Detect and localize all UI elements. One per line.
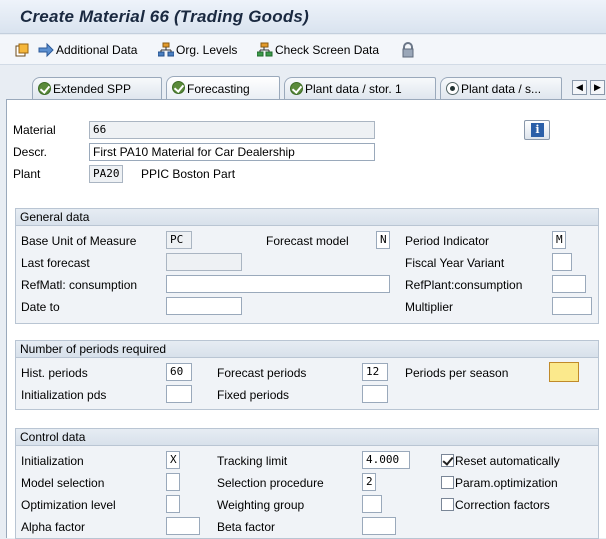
fixed-periods-field[interactable] (362, 385, 388, 403)
title-bar: Create Material 66 (Trading Goods) (0, 0, 606, 34)
weighting-group-label: Weighting group (217, 498, 305, 512)
param-optimization-label: Param.optimization (455, 476, 558, 490)
forecast-periods-label: Forecast periods (217, 366, 307, 380)
general-data-title: General data (16, 209, 598, 226)
correction-factors-checkbox[interactable] (441, 498, 454, 511)
tab-scroll-left-button[interactable]: ◀ (572, 80, 587, 95)
refplant-consumption-label: RefPlant:consumption (405, 278, 523, 292)
model-selection-field[interactable] (166, 473, 180, 491)
optimization-level-label: Optimization level (21, 498, 116, 512)
hist-periods-label: Hist. periods (21, 366, 88, 380)
selection-procedure-field[interactable]: 2 (362, 473, 376, 491)
multiplier-field[interactable] (552, 297, 592, 315)
description-field[interactable]: First PA10 Material for Car Dealership (89, 143, 375, 161)
org-levels-label: Org. Levels (176, 43, 238, 57)
tracking-limit-label: Tracking limit (217, 454, 288, 468)
date-to-field[interactable] (166, 297, 242, 315)
fixed-periods-label: Fixed periods (217, 388, 290, 402)
org-levels-button[interactable]: Org. Levels (157, 42, 238, 58)
check-icon (172, 81, 185, 94)
tab-label: Plant data / stor. 1 (305, 81, 402, 96)
tab-forecasting[interactable]: Forecasting (166, 76, 280, 100)
plant-name: PPIC Boston Part (141, 167, 236, 181)
general-data-group: General data (15, 208, 599, 324)
window-title: Create Material 66 (Trading Goods) (20, 7, 309, 26)
param-optimization-checkbox[interactable] (441, 476, 454, 489)
base-uom-field[interactable]: PC (166, 231, 192, 249)
refmatl-consumption-label: RefMatl: consumption (21, 278, 138, 292)
select-views-icon (14, 42, 30, 58)
fiscal-year-variant-label: Fiscal Year Variant (405, 256, 505, 270)
select-views-button[interactable] (14, 42, 32, 58)
tab-label: Plant data / s... (461, 81, 542, 96)
check-icon (290, 82, 303, 95)
periods-title: Number of periods required (16, 341, 598, 358)
alpha-factor-label: Alpha factor (21, 520, 86, 534)
hist-periods-field[interactable]: 60 (166, 363, 192, 381)
alpha-factor-field[interactable] (166, 517, 200, 535)
tab-label: Forecasting (187, 81, 250, 96)
reset-automatically-checkbox[interactable] (441, 454, 454, 467)
check-screen-data-label: Check Screen Data (275, 43, 380, 57)
reset-automatically-label: Reset automatically (455, 454, 560, 468)
last-forecast-label: Last forecast (21, 256, 90, 270)
material-label: Material (13, 123, 56, 137)
application-toolbar: Additional Data Org. Levels Check Screen… (0, 35, 606, 65)
initialization-pds-field[interactable] (166, 385, 192, 403)
period-indicator-field[interactable]: M (552, 231, 566, 249)
check-tree-icon (256, 42, 273, 58)
triangle-left-icon: ◀ (576, 82, 583, 92)
lock-icon (400, 42, 416, 58)
descr-label: Descr. (13, 145, 48, 159)
beta-factor-field[interactable] (362, 517, 396, 535)
initialization-label: Initialization (21, 454, 84, 468)
last-forecast-field[interactable] (166, 253, 242, 271)
tab-scroll-right-button[interactable]: ▶ (590, 80, 605, 95)
radio-icon (446, 82, 459, 95)
tab-label: Extended SPP (53, 81, 132, 96)
beta-factor-label: Beta factor (217, 520, 276, 534)
selection-procedure-label: Selection procedure (217, 476, 324, 490)
control-data-title: Control data (16, 429, 598, 446)
tab-plant-data-stor-1[interactable]: Plant data / stor. 1 (284, 77, 436, 99)
additional-data-button[interactable]: Additional Data (38, 42, 137, 58)
check-screen-data-button[interactable]: Check Screen Data (256, 42, 380, 58)
periods-per-season-label: Periods per season (405, 366, 509, 380)
model-selection-label: Model selection (21, 476, 105, 490)
forecast-model-label: Forecast model (266, 234, 349, 248)
plant-label: Plant (13, 167, 41, 181)
periods-per-season-field[interactable] (549, 362, 579, 382)
info-icon: i (531, 123, 544, 137)
tab-strip: Extended SPP Forecasting Plant data / st… (0, 72, 606, 100)
refmatl-consumption-field[interactable] (166, 275, 390, 293)
org-hierarchy-icon (157, 42, 175, 58)
period-indicator-label: Period Indicator (405, 234, 490, 248)
initialization-field[interactable]: X (166, 451, 180, 469)
check-icon (38, 82, 51, 95)
weighting-group-field[interactable] (362, 495, 382, 513)
fiscal-year-variant-field[interactable] (552, 253, 572, 271)
tracking-limit-field[interactable]: 4.000 (362, 451, 410, 469)
forecast-model-field[interactable]: N (376, 231, 390, 249)
plant-field[interactable]: PA20 (89, 165, 123, 183)
additional-data-label: Additional Data (56, 43, 138, 57)
triangle-right-icon: ▶ (594, 82, 601, 92)
tab-content-forecasting: Material 66 Descr. First PA10 Material f… (6, 99, 606, 539)
base-uom-label: Base Unit of Measure (21, 234, 137, 248)
date-to-label: Date to (21, 300, 60, 314)
material-field[interactable]: 66 (89, 121, 375, 139)
tab-extended-spp[interactable]: Extended SPP (32, 77, 162, 99)
arrow-right-icon (38, 42, 54, 58)
initialization-pds-label: Initialization pds (21, 388, 107, 402)
refplant-consumption-field[interactable] (552, 275, 586, 293)
lock-button[interactable] (400, 42, 418, 58)
correction-factors-label: Correction factors (455, 498, 550, 512)
info-button[interactable]: i (524, 120, 550, 140)
multiplier-label: Multiplier (405, 300, 454, 314)
forecast-periods-field[interactable]: 12 (362, 363, 388, 381)
tab-plant-data-stor-2[interactable]: Plant data / s... (440, 77, 562, 99)
optimization-level-field[interactable] (166, 495, 180, 513)
